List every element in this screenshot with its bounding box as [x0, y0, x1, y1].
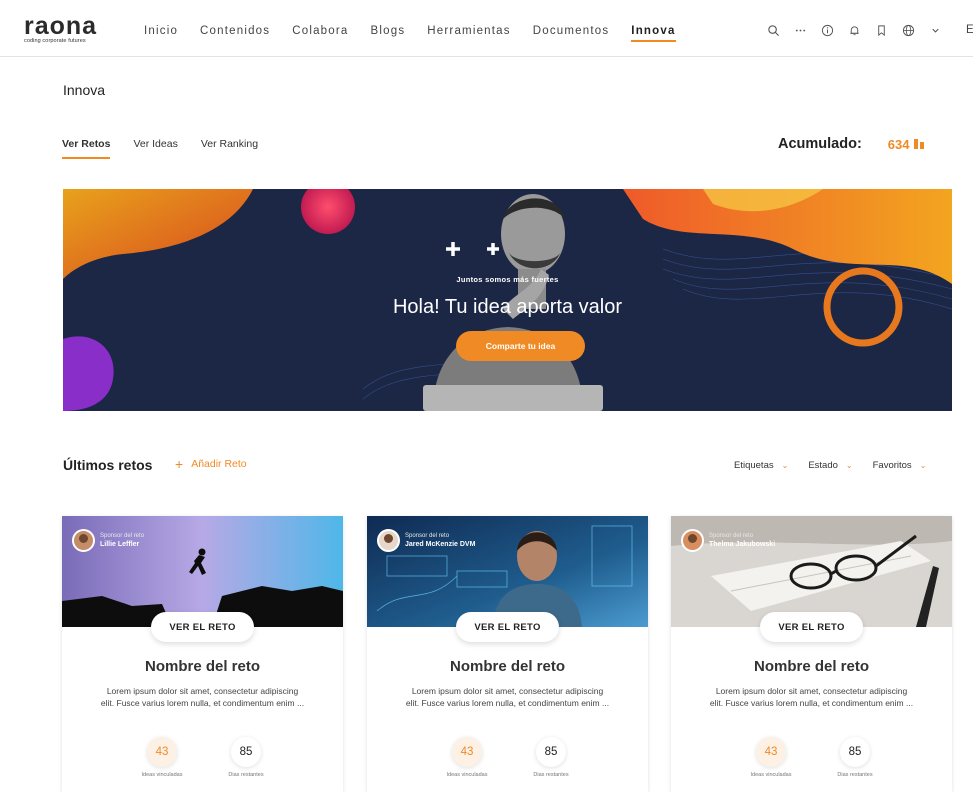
- sponsor-name: Thelma Jakubowski: [709, 541, 776, 548]
- chevron-down-icon: ⌄: [845, 461, 853, 470]
- linked-ideas-count: 43: [452, 737, 482, 767]
- bell-icon[interactable]: [847, 23, 861, 37]
- view-challenge-button[interactable]: VER EL RETO: [456, 612, 559, 642]
- accumulated-value: 634: [887, 136, 910, 152]
- search-icon[interactable]: [766, 23, 780, 37]
- days-left-stat: 85 Dias restantes: [521, 737, 581, 778]
- filter-label: Etiquetas: [734, 460, 774, 471]
- challenge-image: Sponsor del reto Jared McKenzie DVM: [367, 516, 648, 627]
- view-challenge-button[interactable]: VER EL RETO: [151, 612, 254, 642]
- linked-ideas-label: Ideas vinculadas: [750, 772, 792, 778]
- main-menu: Inicio Contenidos Colabora Blogs Herrami…: [144, 25, 676, 42]
- info-icon[interactable]: [820, 23, 834, 37]
- challenge-card: Sponsor del reto Jared McKenzie DVM VER …: [367, 516, 648, 792]
- linked-ideas-label: Ideas vinculadas: [141, 772, 183, 778]
- nav-item-blogs[interactable]: Blogs: [371, 25, 406, 37]
- nav-item-contenidos[interactable]: Contenidos: [200, 25, 270, 37]
- nav-item-herramientas[interactable]: Herramientas: [427, 25, 510, 37]
- challenge-image: Sponsor del reto Lillie Leffler: [62, 516, 343, 627]
- nav-item-colabora[interactable]: Colabora: [292, 25, 348, 37]
- linked-ideas-stat: 43 Ideas vinculadas: [132, 737, 192, 778]
- more-icon[interactable]: [793, 23, 807, 37]
- top-navigation: raona coding corporate futures Inicio Co…: [0, 0, 973, 57]
- sponsor-label: Sponsor del reto: [709, 533, 754, 539]
- sponsor-name: Jared McKenzie DVM: [405, 541, 476, 548]
- sponsor-name: Lillie Leffler: [100, 541, 140, 548]
- days-left-count: 85: [840, 737, 870, 767]
- challenge-title: Nombre del reto: [144, 658, 261, 675]
- language-label[interactable]: E: [966, 24, 973, 36]
- brand-logo[interactable]: raona coding corporate futures: [24, 12, 98, 45]
- add-challenge-label: Añadir Reto: [191, 458, 247, 470]
- filter-label: Estado: [808, 460, 838, 471]
- filter-etiquetas[interactable]: Etiquetas ⌄: [734, 460, 788, 471]
- globe-icon[interactable]: [901, 23, 915, 37]
- hero-subtitle: Juntos somos más fuertes: [456, 275, 559, 284]
- tab-ver-retos[interactable]: Ver Retos: [62, 138, 111, 159]
- challenge-description: Lorem ipsum dolor sit amet, consectetur …: [709, 686, 914, 708]
- chevron-down-icon: ⌄: [781, 461, 789, 470]
- challenge-card: Sponsor del reto Thelma Jakubowski VER E…: [671, 516, 952, 792]
- brand-name: raona: [24, 12, 98, 40]
- avatar: [377, 529, 400, 552]
- filter-bar: Etiquetas ⌄ Estado ⌄ Favoritos ⌄: [734, 460, 926, 471]
- chevron-down-icon[interactable]: [928, 23, 942, 37]
- nav-item-inicio[interactable]: Inicio: [144, 25, 178, 37]
- filter-estado[interactable]: Estado ⌄: [808, 460, 852, 471]
- days-left-count: 85: [231, 737, 261, 767]
- innova-tabs: Ver Retos Ver Ideas Ver Ranking: [62, 138, 258, 159]
- share-idea-button[interactable]: Comparte tu idea: [456, 331, 585, 361]
- avatar: [72, 529, 95, 552]
- chevron-down-icon: ⌄: [919, 461, 927, 470]
- accumulated-label: Acumulado:: [778, 136, 862, 152]
- nav-item-innova[interactable]: Innova: [631, 25, 676, 42]
- days-left-label: Dias restantes: [533, 772, 569, 778]
- challenge-image: Sponsor del reto Thelma Jakubowski: [671, 516, 952, 627]
- days-left-label: Dias restantes: [837, 772, 873, 778]
- coins-icon: [914, 139, 925, 149]
- sponsor-info: Sponsor del reto Thelma Jakubowski: [681, 529, 775, 552]
- sponsor-label: Sponsor del reto: [405, 533, 450, 539]
- sponsor-info: Sponsor del reto Jared McKenzie DVM: [377, 529, 475, 552]
- days-left-stat: 85 Dias restantes: [825, 737, 885, 778]
- days-left-stat: 85 Dias restantes: [216, 737, 276, 778]
- days-left-count: 85: [536, 737, 566, 767]
- linked-ideas-count: 43: [147, 737, 177, 767]
- challenge-description: Lorem ipsum dolor sit amet, consectetur …: [100, 686, 305, 708]
- tab-ver-ranking[interactable]: Ver Ranking: [201, 138, 258, 150]
- sponsor-label: Sponsor del reto: [100, 533, 145, 539]
- page-title: Innova: [63, 82, 106, 98]
- linked-ideas-count: 43: [756, 737, 786, 767]
- add-challenge-button[interactable]: + Añadir Reto: [175, 456, 247, 472]
- hero-banner: Juntos somos más fuertes Hola! Tu idea a…: [63, 189, 952, 411]
- days-left-label: Dias restantes: [228, 772, 264, 778]
- bookmark-icon[interactable]: [874, 23, 888, 37]
- hero-title: Hola! Tu idea aporta valor: [392, 296, 623, 318]
- linked-ideas-label: Ideas vinculadas: [446, 772, 488, 778]
- challenge-title: Nombre del reto: [449, 658, 566, 675]
- challenge-card: Sponsor del reto Lillie Leffler VER EL R…: [62, 516, 343, 792]
- linked-ideas-stat: 43 Ideas vinculadas: [437, 737, 497, 778]
- sponsor-info: Sponsor del reto Lillie Leffler: [72, 529, 144, 552]
- tab-ver-ideas[interactable]: Ver Ideas: [133, 138, 177, 150]
- nav-item-documentos[interactable]: Documentos: [533, 25, 610, 37]
- plus-icon: +: [175, 456, 184, 472]
- linked-ideas-stat: 43 Ideas vinculadas: [741, 737, 801, 778]
- view-challenge-button[interactable]: VER EL RETO: [760, 612, 863, 642]
- filter-label: Favoritos: [872, 460, 912, 471]
- challenge-description: Lorem ipsum dolor sit amet, consectetur …: [405, 686, 610, 708]
- avatar: [681, 529, 704, 552]
- accumulated-points: Acumulado: 634: [778, 136, 925, 152]
- filter-favoritos[interactable]: Favoritos ⌄: [873, 460, 927, 471]
- nav-icon-bar: [766, 23, 942, 37]
- section-title: Últimos retos: [63, 457, 153, 473]
- challenge-title: Nombre del reto: [753, 658, 870, 675]
